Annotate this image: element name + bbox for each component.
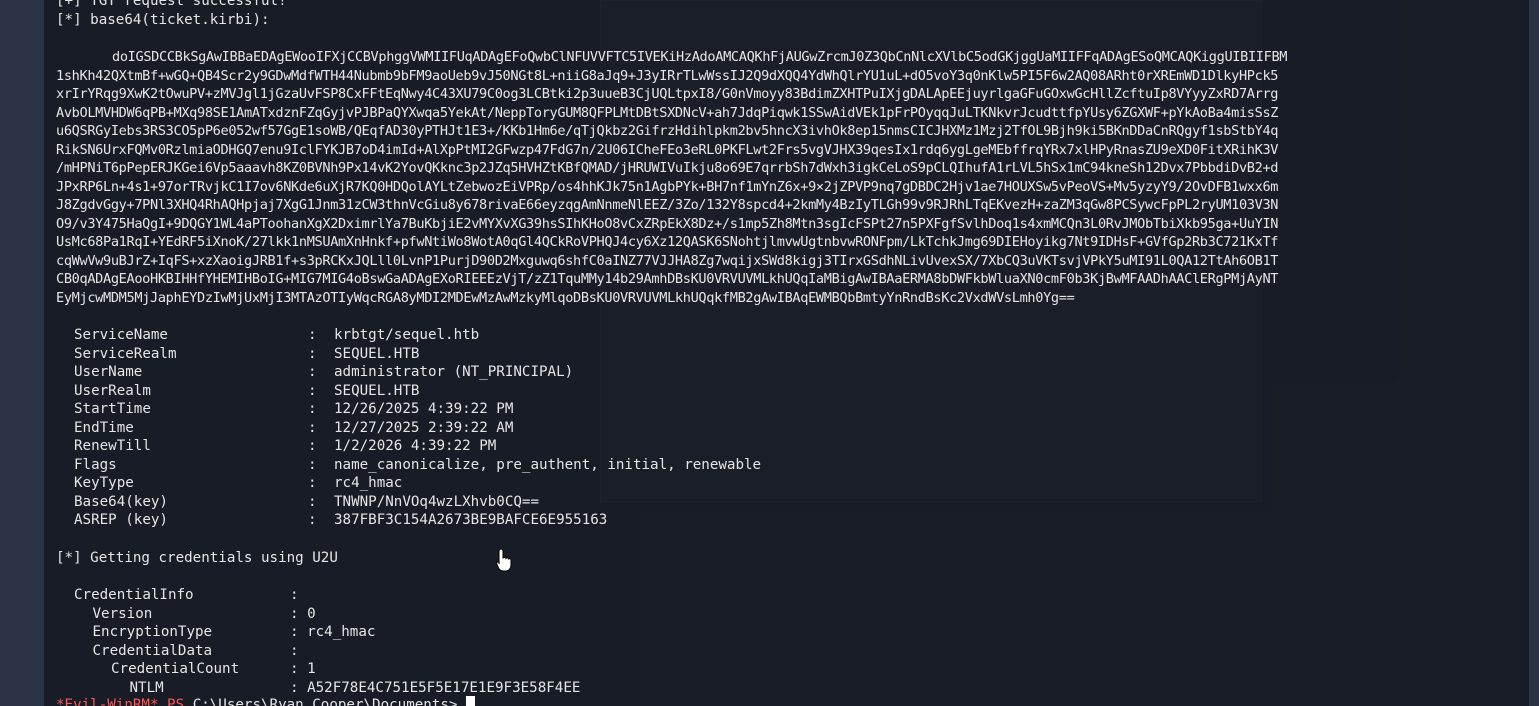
ticket-field-row: UserRealm: SEQUEL.HTB [74,382,761,401]
base64-line: 1shKh42QXtmBf+wGQ+QB4Scr2y9GDwMdfWTH44Nu… [56,67,1279,84]
field-separator: : [308,493,317,510]
field-key: StartTime [74,401,151,417]
ticket-field-row: ServiceRealm: SEQUEL.HTB [74,345,761,364]
credential-separator: : [290,605,308,622]
field-separator: : [308,419,317,436]
field-separator: : [308,382,317,399]
powershell-prompt[interactable]: *Evil-WinRM* PS C:\Users\Ryan.Cooper\Doc… [56,696,476,706]
field-key: Flags [74,456,117,473]
ticket-field-row: RenewTill: 1/2/2026 4:39:22 PM [74,437,761,456]
credential-value: rc4_hmac [307,624,376,640]
base64-line: UsMc68Pa1RqI+YEdRF5iXnoK/27lkk1nMSUAmXnH… [56,234,1279,250]
ticket-field-row: KeyType: rc4_hmac [74,474,761,493]
text-cursor [466,696,476,706]
field-separator: : [308,327,317,343]
credential-value: 1 [307,661,316,677]
field-value: SEQUEL.HTB [334,382,420,399]
credential-separator: : [290,624,308,640]
base64-line: J8ZgdvGgy+7PNl3XHQ4RhAQHpjaj7XgG1Jnm31zC… [56,197,1279,213]
credential-key: NTLM [129,679,164,696]
field-value: TNWNP/NnVOq4wzLXhvb0CQ== [334,493,539,510]
tgt-header: [+] TGT request successful! [*] base64(t… [56,0,287,29]
field-value: 12/27/2025 2:39:22 AM [334,419,514,436]
field-value: krbtgt/sequel.htb [334,327,480,343]
credential-row: EncryptionType: rc4_hmac [74,623,580,642]
field-separator: : [308,512,317,528]
field-separator: : [308,345,317,362]
field-value: name_canonicalize, pre_authent, initial,… [334,456,762,473]
credential-row: CredentialInfo: [74,586,580,605]
field-key: UserRealm [74,382,151,399]
credential-separator: : [290,661,308,677]
field-value: 12/26/2025 4:39:22 PM [334,401,514,417]
credential-separator: : [290,587,308,603]
ticket-field-row: Flags: name_canonicalize, pre_authent, in… [74,456,761,475]
credential-key: Version [92,605,153,622]
field-key: EndTime [74,419,134,436]
credential-separator: : [290,642,308,659]
terminal-window[interactable]: [+] TGT request successful! [*] base64(t… [44,0,1529,706]
field-value: SEQUEL.HTB [334,345,420,362]
credential-separator: : [290,679,308,696]
credential-key: EncryptionType [92,624,213,640]
credential-key: CredentialCount [111,661,240,677]
field-value: 1/2/2026 4:39:22 PM [334,438,497,454]
prompt-prefix: *Evil-WinRM* [56,697,159,706]
ticket-field-row: ASREP (key): 387FBF3C154A2673BE9BAFCE6E95… [74,511,761,530]
credential-key: CredentialInfo [74,587,194,603]
credential-row: NTLM: A52F78E4C751E5F5E17E1E9F3E58F4EE [74,679,581,698]
base64-line: u6QSRGyIebs3RS3CO5pP6e052wf57GgE1soWB/QE… [56,123,1279,139]
credential-value: 0 [307,605,316,622]
credential-value: A52F78E4C751E5F5E17E1E9F3E58F4EE [307,679,581,696]
base64-line: doIGSDCCBkSgAwIBBaEDAgEWooIFXjCCBVphggVW… [112,49,1288,65]
base64-line: xrIrYRqg9XwK2tOwuPV+zMVJgl1jGzaUvFSP8CxF… [56,86,1279,102]
field-separator: : [308,401,317,417]
field-key: Base64(key) [74,493,168,510]
field-key: KeyType [74,475,134,491]
base64-line: EyMjcwMDM5MjJaphEYDzIwMjUxMjI3MTAzOTIyWq… [56,289,1075,306]
ticket-field-row: ServiceName: krbtgt/sequel.htb [74,326,761,345]
base64-line: JPxRP6Ln+4s1+97orTRvjkC1I7ov6NKde6uXjR7K… [56,178,1279,195]
field-key: ServiceName [74,327,168,343]
field-separator: : [308,475,317,491]
mouse-pointer-hand-icon [496,548,512,572]
field-value: administrator (NT_PRINCIPAL) [334,364,574,380]
ticket-field-row: Base64(key): TNWNP/NnVOq4wzLXhvb0CQ== [74,493,761,512]
credential-row: CredentialCount: 1 [74,660,580,679]
base64-line: /mHPNiT6pPepERJKGei6Vp5aaavh8KZ0BVNh9Px1… [56,160,1279,176]
base64-line: cqWwVw9uBJrZ+IqFS+xzXaoigJRB1f+s3pRCKxJQ… [56,252,1279,269]
base64-header-line: [*] base64(ticket.kirbi): [56,11,270,28]
field-value: 387FBF3C154A2673BE9BAFCE6E955163 [334,512,608,528]
ticket-field-row: EndTime:12/27/2025 2:39:22 AM [74,419,761,438]
field-separator: : [308,456,317,473]
prompt-path: C:\Users\Ryan.Cooper\Documents> [192,697,458,706]
credential-info: CredentialInfo: Version: 0 EncryptionType… [74,586,580,697]
field-key: ASREP (key) [74,512,168,528]
base64-line: CB0qADAgEAooHKBIHHfYHEMIHBoIG+MIG7MIG4oB… [56,271,1279,287]
field-value: rc4_hmac [334,475,403,491]
field-key: ServiceRealm [74,345,177,362]
field-separator: : [308,364,317,380]
ticket-details: ServiceName: krbtgt/sequel.htb ServiceReal… [74,326,761,530]
ticket-field-row: UserName: administrator (NT_PRINCIPAL) [74,363,761,382]
credential-row: Version: 0 [74,605,580,624]
credential-key: CredentialData [92,642,213,659]
base64-line: O9/v3Y475HaQgI+9DQGY1WL4aPToohanXgX2Dxim… [56,215,1279,232]
prompt-ps: PS [167,697,185,706]
ticket-base64-block: doIGSDCCBkSgAwIBBaEDAgEWooIFXjCCBVphggVW… [56,48,1287,307]
credential-row: CredentialData: [74,642,580,661]
tgt-success-line: [+] TGT request successful! [56,0,287,9]
field-separator: : [308,438,317,454]
u2u-status-line: [*] Getting credentials using U2U [56,550,338,566]
field-key: UserName [74,364,143,380]
ticket-field-row: StartTime: 12/26/2025 4:39:22 PM [74,400,761,419]
base64-line: AvbOLMVHDW6qPB+MXq98SE1AmATxdznFZqGyjvPJ… [56,104,1279,121]
field-key: RenewTill [74,438,151,454]
base64-line: RikSN6UrxFQMv0RzlmiaODHGQ7enu9IclFYKJB7o… [56,141,1279,158]
